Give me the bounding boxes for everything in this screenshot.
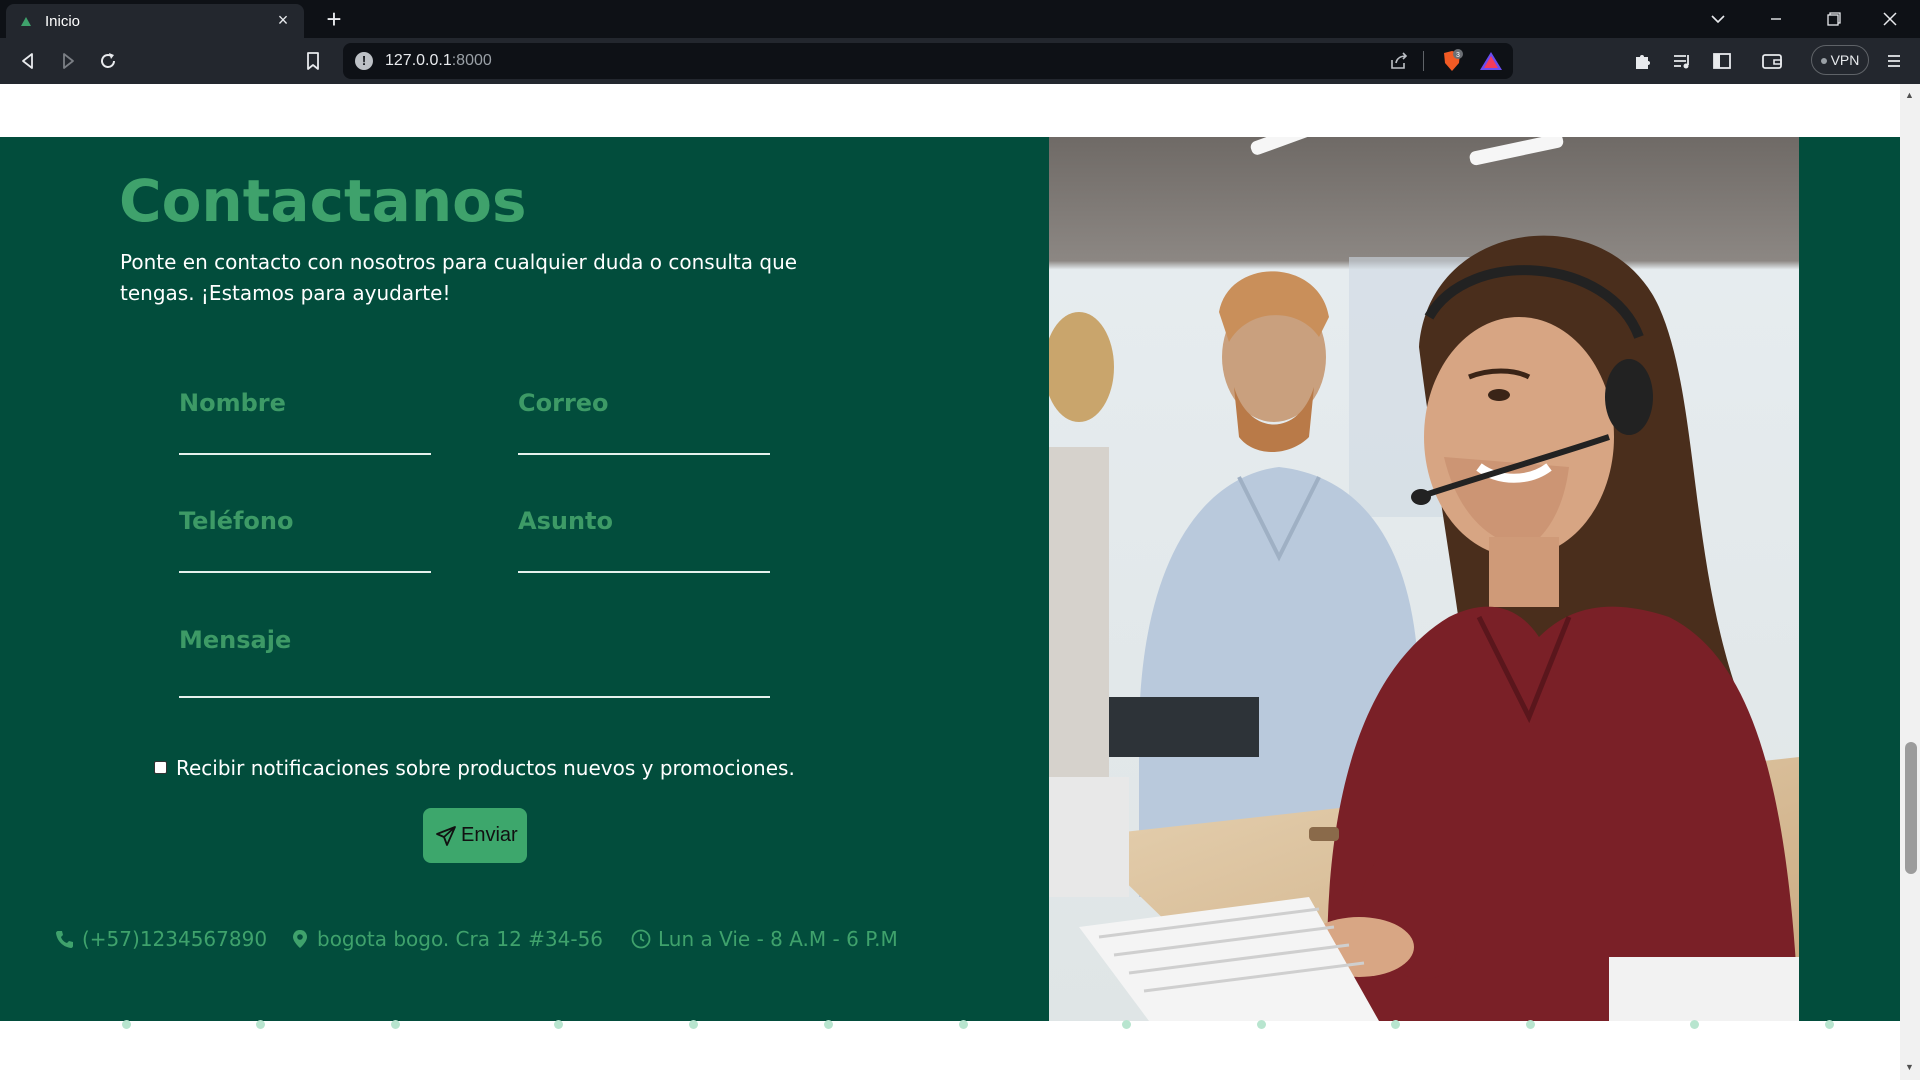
divider-dot: [824, 1020, 833, 1029]
extensions-icon[interactable]: [1628, 47, 1656, 75]
contact-photo: [1049, 137, 1799, 1021]
divider-dot: [689, 1020, 698, 1029]
divider-dot: [391, 1020, 400, 1029]
name-label: Nombre: [179, 389, 286, 417]
url-host: 127.0.0.1: [385, 52, 452, 69]
scrollbar-thumb[interactable]: [1905, 742, 1917, 874]
browser-tab-bar: Inicio × +: [0, 0, 1920, 38]
contact-phone: (+57)1234567890: [55, 924, 295, 954]
browser-toolbar: ! 127.0.0.1:8000 3 VPN: [0, 38, 1920, 84]
email-input[interactable]: [518, 453, 770, 455]
name-input[interactable]: [179, 453, 431, 455]
close-window-icon[interactable]: [1872, 6, 1908, 32]
page-scrollbar[interactable]: ▲ ▼: [1900, 84, 1920, 1080]
wallet-icon[interactable]: [1758, 47, 1786, 75]
subject-input[interactable]: [518, 571, 770, 573]
browser-tab[interactable]: Inicio ×: [6, 4, 304, 38]
back-icon[interactable]: [14, 47, 42, 75]
divider-dot: [959, 1020, 968, 1029]
contact-hours-text: Lun a Vie - 8 A.M - 6 P.M: [658, 927, 898, 951]
send-label: Enviar: [461, 824, 518, 846]
url-port: :8000: [451, 52, 492, 69]
divider-dot: [1122, 1020, 1131, 1029]
page-viewport: Contactanos Ponte en contacto con nosotr…: [0, 84, 1920, 1080]
site-info-icon[interactable]: !: [355, 52, 373, 70]
scroll-up-arrow-icon[interactable]: ▲: [1905, 90, 1914, 100]
notifications-checkbox[interactable]: [154, 761, 167, 774]
phone-icon: [56, 931, 73, 948]
vpn-button[interactable]: VPN: [1811, 45, 1869, 75]
divider-dot: [1825, 1020, 1834, 1029]
phone-input[interactable]: [179, 571, 431, 573]
tab-close-icon[interactable]: ×: [272, 9, 294, 31]
forward-icon[interactable]: [54, 47, 82, 75]
divider-dot: [122, 1020, 131, 1029]
playlist-icon[interactable]: [1668, 47, 1696, 75]
subject-label: Asunto: [518, 507, 613, 535]
restore-icon[interactable]: [1815, 6, 1851, 32]
message-input[interactable]: [179, 696, 770, 698]
site-favicon-icon: [21, 17, 31, 26]
sidebar-icon[interactable]: [1708, 47, 1736, 75]
divider-dot: [1690, 1020, 1699, 1029]
contact-phone-text: (+57)1234567890: [82, 927, 268, 951]
shield-count: 3: [1456, 52, 1460, 59]
call-center-image: [1049, 137, 1799, 1021]
contact-hours: Lun a Vie - 8 A.M - 6 P.M: [631, 924, 931, 954]
message-label: Mensaje: [179, 626, 292, 654]
tab-title: Inicio: [45, 13, 81, 30]
bookmark-icon[interactable]: [299, 47, 327, 75]
notifications-opt-in: Recibir notificaciones sobre productos n…: [154, 754, 814, 784]
divider-dot: [554, 1020, 563, 1029]
share-icon[interactable]: [1388, 50, 1410, 72]
address-bar[interactable]: ! 127.0.0.1:8000 3: [343, 43, 1513, 79]
scroll-down-arrow-icon[interactable]: ▼: [1905, 1062, 1914, 1072]
paper-plane-icon: [436, 826, 456, 846]
minimize-icon[interactable]: [1758, 6, 1794, 32]
clock-icon: [631, 929, 651, 949]
send-button[interactable]: Enviar: [423, 808, 527, 863]
url-text: 127.0.0.1:8000: [385, 52, 492, 70]
new-tab-button[interactable]: +: [320, 5, 348, 33]
phone-label: Teléfono: [179, 507, 294, 535]
contact-title: Contactanos: [119, 167, 527, 235]
vpn-label: VPN: [1830, 52, 1860, 68]
menu-icon[interactable]: [1880, 47, 1908, 75]
contact-address-text: bogota bogo. Cra 12 #34-56: [317, 927, 604, 951]
tab-search-chevron-icon[interactable]: [1700, 6, 1736, 32]
contact-address: bogota bogo. Cra 12 #34-56: [290, 924, 610, 954]
email-label: Correo: [518, 389, 609, 417]
brave-shield-icon[interactable]: 3: [1439, 48, 1465, 74]
divider-dot: [1391, 1020, 1400, 1029]
divider-dot: [1526, 1020, 1535, 1029]
divider-dot: [1257, 1020, 1266, 1029]
divider-dot: [256, 1020, 265, 1029]
brave-rewards-icon[interactable]: [1479, 50, 1503, 72]
map-marker-icon: [293, 930, 307, 948]
notifications-label[interactable]: Recibir notificaciones sobre productos n…: [176, 754, 795, 782]
vpn-status-dot: [1820, 58, 1827, 65]
contact-description: Ponte en contacto con nosotros para cual…: [120, 250, 798, 305]
reload-icon[interactable]: [94, 47, 122, 75]
omnibox-divider: [1423, 51, 1424, 71]
